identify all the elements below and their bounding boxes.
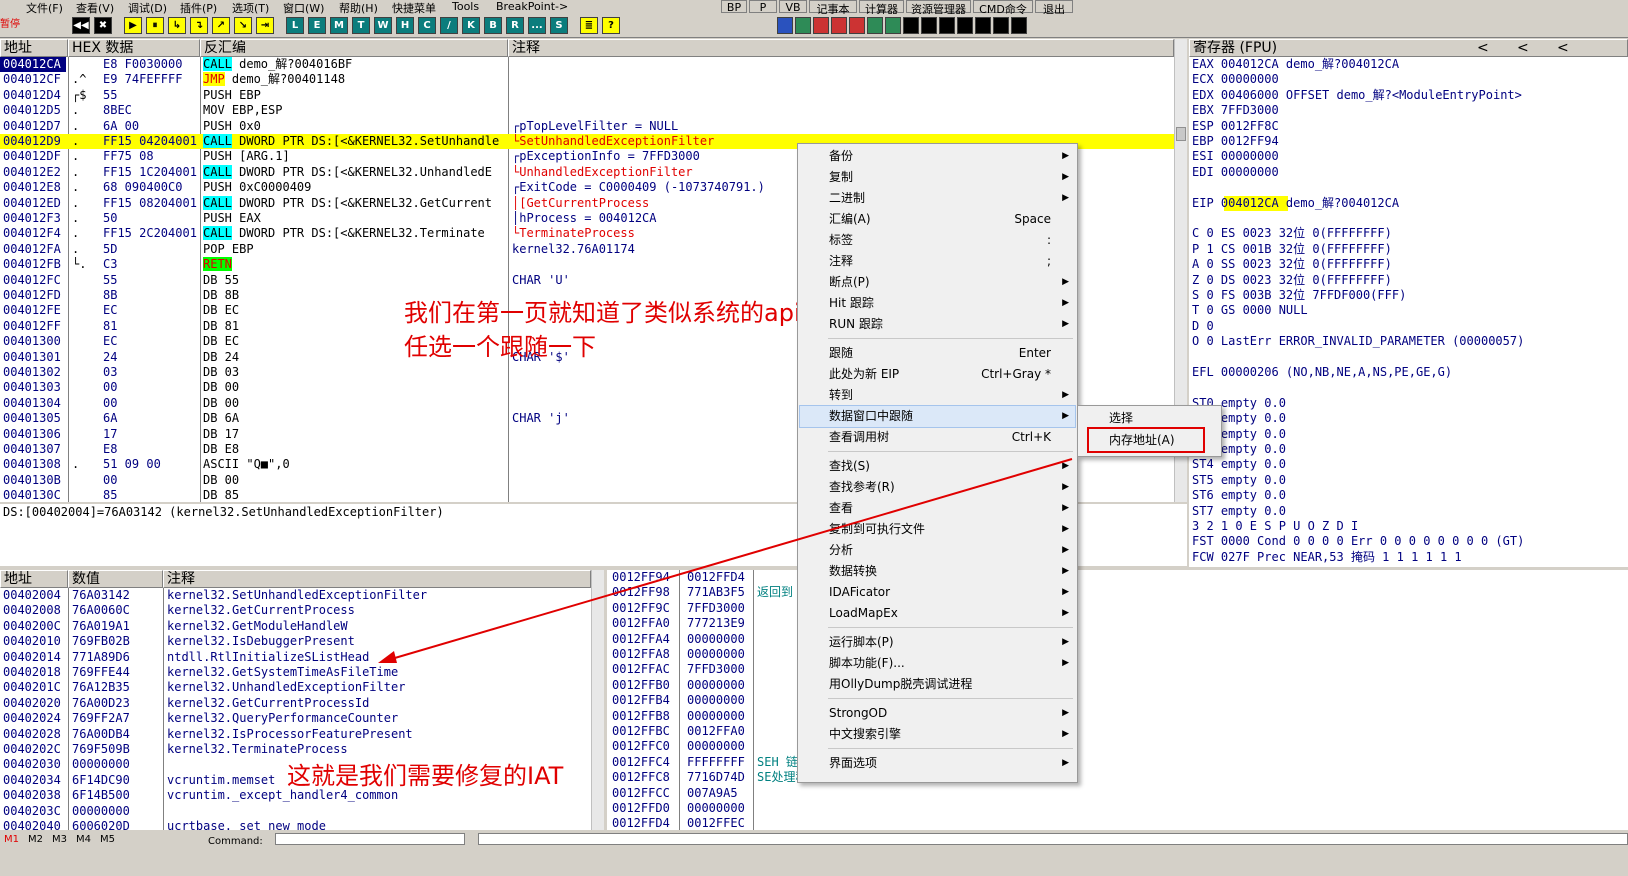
arrow-head	[378, 651, 397, 663]
annotation-arrow	[378, 458, 1073, 663]
arrow-line	[387, 458, 1073, 661]
